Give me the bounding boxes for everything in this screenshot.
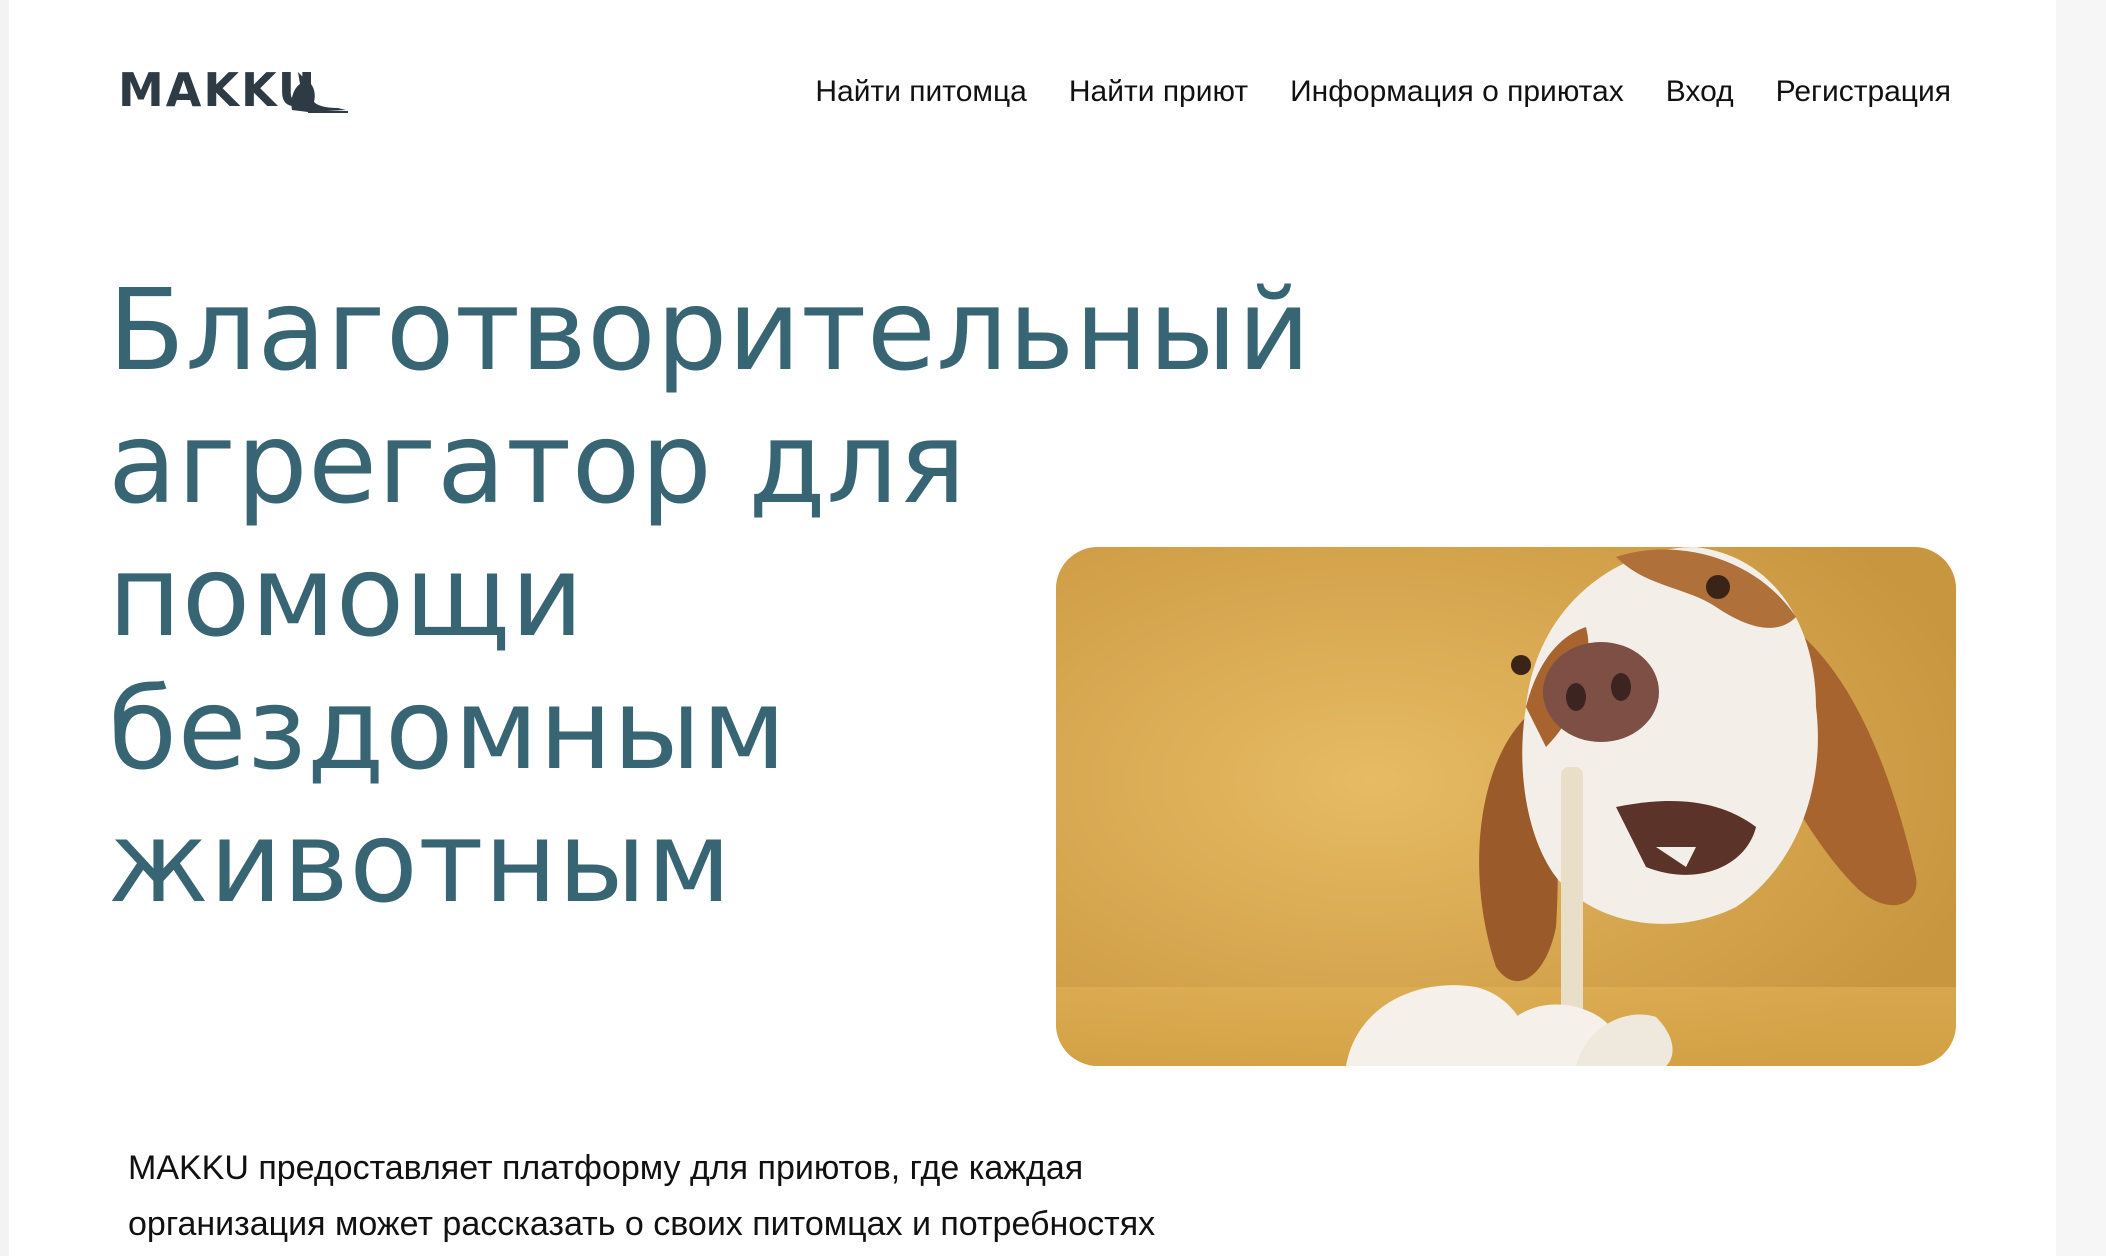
- hero-title-line: животным: [108, 798, 732, 928]
- main-nav: Найти питомца Найти приют Информация о п…: [773, 70, 1951, 114]
- description-line: организация может рассказать о своих пит…: [128, 1205, 1156, 1243]
- description-text: MAKKU предоставляет платформу для приюто…: [128, 1140, 1328, 1252]
- logo-link[interactable]: MAKKU: [118, 60, 348, 120]
- nav-register[interactable]: Регистрация: [1776, 70, 1951, 114]
- hero-title-line: Благотворительный: [108, 266, 1311, 396]
- page: MAKKU Найти питомца Найти приют Информац…: [0, 0, 2106, 1256]
- dog-photo: [1056, 547, 1956, 1066]
- cat-logo-icon: [291, 72, 348, 113]
- nav-find-pet[interactable]: Найти питомца: [815, 70, 1027, 114]
- right-scroll-area: [2056, 0, 2106, 1256]
- nav-login[interactable]: Вход: [1666, 70, 1734, 114]
- hero-title-line: агрегатор для помощи: [108, 399, 967, 662]
- description-line: MAKKU предоставляет платформу для приюто…: [128, 1149, 1084, 1187]
- dog-illustration-icon: [1056, 547, 1956, 1066]
- hero-title-line: бездомным: [108, 665, 787, 795]
- nav-shelter-info[interactable]: Информация о приютах: [1290, 70, 1624, 114]
- left-border: [0, 0, 9, 1256]
- nav-find-shelter[interactable]: Найти приют: [1069, 70, 1248, 114]
